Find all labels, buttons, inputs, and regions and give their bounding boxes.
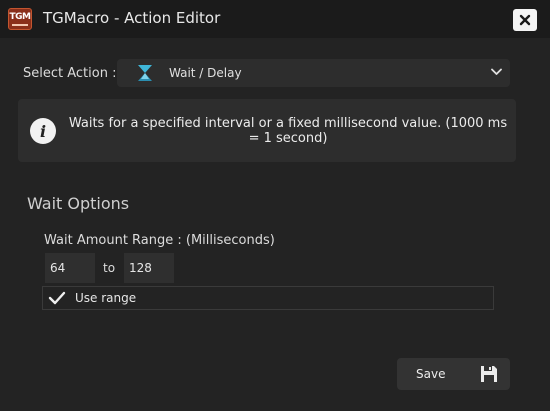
window-title: TGMacro - Action Editor <box>43 9 221 27</box>
close-button[interactable] <box>513 9 537 31</box>
wait-range-label: Wait Amount Range : (Milliseconds) <box>44 233 275 248</box>
app-logo-stripe <box>12 23 28 26</box>
action-select-dropdown[interactable]: Wait / Delay <box>117 59 510 87</box>
range-to-label: to <box>103 261 116 275</box>
hourglass-icon <box>138 65 152 81</box>
chevron-down-icon <box>491 68 502 75</box>
max-wait-input[interactable] <box>124 253 174 283</box>
info-description: Waits for a specified interval or a fixe… <box>68 116 508 146</box>
action-select-value: Wait / Delay <box>169 66 242 80</box>
floppy-disk-icon <box>481 366 497 382</box>
close-icon <box>519 14 531 26</box>
min-wait-input[interactable] <box>45 253 95 283</box>
use-range-label: Use range <box>75 291 137 305</box>
info-icon: i <box>30 118 56 144</box>
checkmark-icon <box>48 291 66 305</box>
app-logo: TGM <box>8 8 32 30</box>
wait-options-heading: Wait Options <box>27 194 130 213</box>
app-logo-text: TGM <box>9 11 31 22</box>
save-label: Save <box>416 367 446 381</box>
save-button[interactable]: Save <box>397 358 510 390</box>
use-range-checkbox[interactable]: Use range <box>42 286 494 310</box>
select-action-label: Select Action : <box>23 66 117 81</box>
title-bar: TGM TGMacro - Action Editor <box>0 0 550 38</box>
info-panel: i Waits for a specified interval or a fi… <box>18 99 516 162</box>
